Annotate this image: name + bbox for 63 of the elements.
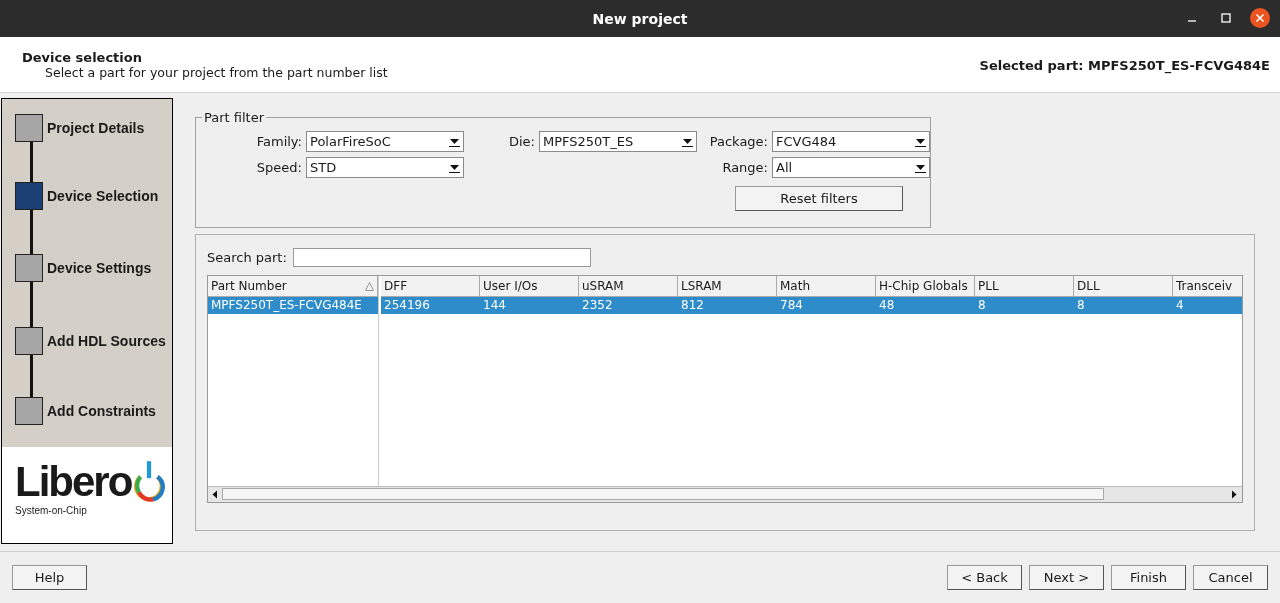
- power-ring-icon: [132, 459, 167, 503]
- column-header[interactable]: DLL: [1074, 276, 1173, 297]
- step-label[interactable]: Device Selection: [47, 188, 159, 204]
- cancel-button[interactable]: Cancel: [1193, 565, 1268, 590]
- table-cell-text: 784: [779, 297, 804, 314]
- search-field[interactable]: [292, 248, 591, 267]
- table-cell-text: 8: [977, 297, 987, 314]
- caret-icon: [915, 136, 926, 147]
- column-header[interactable]: Transceiv: [1173, 276, 1242, 297]
- field-label: Range:: [721, 160, 769, 175]
- column-header[interactable]: DFF: [381, 276, 480, 297]
- table-cell-text: 4: [1175, 297, 1185, 314]
- column-header[interactable]: H-Chip Globals: [876, 276, 975, 297]
- scrollbar-thumb[interactable]: [222, 488, 1104, 500]
- package-dropdown[interactable]: FCVG484: [772, 131, 930, 152]
- die-dropdown[interactable]: MPFS250T_ES: [539, 131, 697, 152]
- close-icon[interactable]: [1250, 8, 1270, 28]
- table-cell-text: 144: [482, 297, 507, 314]
- caret-icon: [682, 136, 693, 147]
- caret-icon: [449, 162, 460, 173]
- group-title: Part filter: [203, 110, 266, 125]
- caret-icon: [915, 162, 926, 173]
- logo-name: Libero: [15, 461, 132, 503]
- page-subtitle: Select a part for your project from the part number list: [45, 64, 388, 80]
- range-dropdown[interactable]: All: [772, 157, 930, 178]
- window-title: New project: [592, 10, 688, 27]
- speed-dropdown[interactable]: STD: [306, 157, 464, 178]
- selected-part-label: Selected part: MPFS250T_ES-FCVG484E: [979, 58, 1270, 73]
- reset-filters-button[interactable]: Reset filters: [735, 186, 903, 211]
- help-button[interactable]: Help: [12, 565, 87, 590]
- table-cell-text: 812: [680, 297, 705, 314]
- column-header[interactable]: Part Number: [208, 276, 378, 297]
- caret-icon: [449, 136, 460, 147]
- next-button[interactable]: Next >: [1029, 565, 1104, 590]
- column-header[interactable]: LSRAM: [678, 276, 777, 297]
- horizontal-scrollbar[interactable]: [208, 486, 1242, 502]
- table-cell-text: 2352: [581, 297, 614, 314]
- field-label: Speed:: [255, 160, 303, 175]
- step-label[interactable]: Add Constraints: [47, 403, 156, 419]
- step-label[interactable]: Add HDL Sources: [47, 333, 166, 349]
- table-cell-text: 254196: [383, 297, 431, 314]
- part-number-row[interactable]: MPFS250T_ES-FCVG484E: [208, 297, 378, 314]
- field-label: Die:: [508, 134, 536, 149]
- column-header[interactable]: Math: [777, 276, 876, 297]
- logo-tagline: System-on-Chip: [15, 505, 87, 516]
- table-cell-text: 48: [878, 297, 896, 314]
- page-title: Device selection: [22, 49, 143, 65]
- family-dropdown[interactable]: PolarFireSoC: [306, 131, 464, 152]
- scroll-right-icon[interactable]: [1230, 490, 1238, 499]
- column-header[interactable]: uSRAM: [579, 276, 678, 297]
- scroll-left-icon[interactable]: [211, 490, 219, 499]
- step-label[interactable]: Device Settings: [47, 260, 152, 276]
- table-row[interactable]: 254196 144 2352 812 784 48 8 8 4: [381, 297, 1242, 314]
- table-cell-text: 8: [1076, 297, 1086, 314]
- finish-button[interactable]: Finish: [1111, 565, 1186, 590]
- field-label: Package:: [708, 134, 769, 149]
- back-button[interactable]: < Back: [947, 565, 1022, 590]
- step-label[interactable]: Project Details: [47, 120, 145, 136]
- search-label: Search part:: [207, 250, 287, 265]
- column-header[interactable]: User I/Os: [480, 276, 579, 297]
- sort-icon: [365, 281, 374, 291]
- field-label: Family:: [255, 134, 303, 149]
- column-header[interactable]: PLL: [975, 276, 1074, 297]
